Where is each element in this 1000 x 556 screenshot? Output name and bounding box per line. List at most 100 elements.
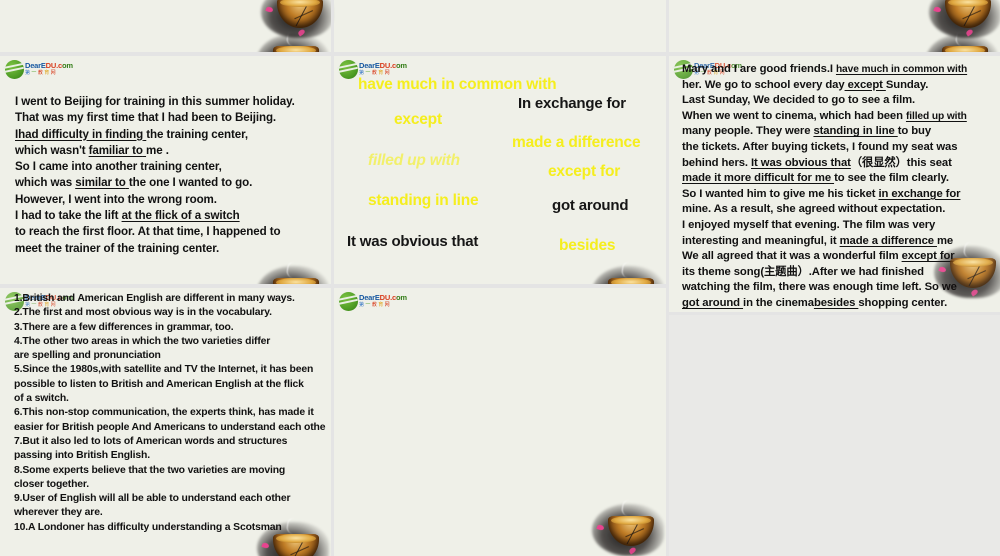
text-line: which was similar to the one I wanted to…: [15, 175, 295, 191]
summary-list-item: 10.A Londoner has difficulty understandi…: [14, 521, 282, 533]
text-line: made it more difficult for me to see the…: [682, 171, 967, 187]
text-line: got around in the cinemabesides shopping…: [682, 296, 967, 312]
mary-cloze-text: Mary and I are good friends.I have much …: [682, 62, 967, 312]
answer-blank: made it more difficult for me: [682, 172, 832, 185]
phrase-word-host: have much in common with In exchange for e…: [334, 56, 666, 284]
static-text: I went to Beijing for training in this s…: [15, 95, 295, 108]
column-gap-2: [666, 0, 669, 556]
static-text: （很显然）this seat: [850, 156, 952, 169]
text-line: When we went to cinema, which had been f…: [682, 109, 967, 125]
writing-practice-text: I went to Beijing for training in this s…: [15, 94, 295, 257]
answer-blank: got around: [682, 296, 740, 309]
text-line: which wasn't familiar to me .: [15, 143, 295, 159]
empty-area-bottom-right: [669, 314, 1000, 556]
static-text: Sunday.: [885, 78, 929, 91]
phrase-word: except for: [548, 163, 621, 180]
static-text: in the cinema: [743, 296, 814, 309]
static-text: the training center,: [146, 127, 248, 141]
row-gap-2: [0, 284, 669, 288]
phrase-word: made a difference: [512, 134, 641, 151]
slide-summary-list[interactable]: DearEDU.com 第一教育网 1.British and American…: [0, 288, 331, 556]
summary-list-item: are spelling and pronunciation: [14, 350, 161, 362]
static-text: mine. As a result, she agreed without ex…: [682, 203, 946, 216]
static-text: to buy: [897, 125, 932, 138]
text-line: Ihad difficulty in finding the training …: [15, 127, 295, 143]
static-text: its theme song(主题曲）.After we had finishe…: [682, 265, 924, 278]
summary-list-item: easier for British people And Americans …: [14, 421, 326, 433]
answer-blank: Ihad difficulty in finding: [15, 127, 144, 141]
summary-list-item: 6.This non-stop communication, the exper…: [14, 407, 314, 419]
static-text: which was: [15, 176, 76, 190]
text-line: behind hers. It was obvious that（很显然）thi…: [682, 156, 967, 172]
text-line: interesting and meaningful, it made a di…: [682, 234, 967, 250]
text-line: Last Sunday, We decided to go to see a f…: [682, 93, 967, 109]
text-line: meet the trainer of the training center.: [15, 241, 295, 257]
static-text: I had to take the lift: [15, 209, 122, 223]
static-text: many people. They were: [682, 125, 814, 138]
answer-blank: except for: [901, 250, 955, 263]
teacup-decoration: [556, 468, 666, 556]
phrase-word: have much in common with: [358, 76, 557, 93]
teacup-decoration: [890, 16, 1000, 52]
logo-wordmark: DearEDU.com: [359, 293, 407, 303]
static-text: which wasn't: [15, 143, 89, 157]
static-text: behind hers.: [682, 156, 752, 169]
summary-list-item: 2.The first and most obvious way is in t…: [14, 307, 272, 319]
summary-list-item: closer together.: [14, 478, 89, 490]
text-line: I went to Beijing for training in this s…: [15, 94, 295, 110]
static-text: That was my first time that I had been t…: [15, 111, 277, 125]
text-line: her. We go to school every day except Su…: [682, 78, 967, 94]
slide-writing-practice[interactable]: DearEDU.com 第一教育网 I went to Beijing for …: [0, 56, 331, 284]
logo-subtext: 第一教育网: [359, 301, 392, 308]
summary-list-item: 4.The other two areas in which the two v…: [14, 335, 271, 347]
answer-blank: except: [844, 78, 886, 91]
slide-mary-cloze[interactable]: DearEDU.com 第一教育网 Mary and I are good fr…: [669, 56, 1000, 312]
summary-list-item: passing into British English.: [14, 450, 150, 462]
static-text: the tickets. After buying tickets, I fou…: [682, 140, 958, 153]
slide-top-right-partial[interactable]: [669, 0, 1000, 52]
text-line: So I came into another training center,: [15, 159, 295, 175]
answer-blank: at the flick of a switch: [121, 209, 240, 223]
static-text: When we went to cinema, which had been: [682, 109, 906, 122]
text-line: the tickets. After buying tickets, I fou…: [682, 140, 967, 156]
answer-blank: standing in line: [813, 125, 898, 138]
summary-list-item: 1.British and American English are diffe…: [14, 293, 295, 304]
phrase-word: filled up with: [368, 152, 460, 169]
text-line: watching the film, there was enough time…: [682, 280, 967, 296]
summary-list-item: 8.Some experts believe that the two vari…: [14, 464, 286, 476]
static-text: So I came into another training center,: [15, 160, 222, 174]
summary-list-item: 3.There are a few differences in grammar…: [14, 321, 234, 333]
answer-blank: familiar to: [88, 143, 143, 157]
row-gap-1: [0, 52, 1000, 56]
static-text: to reach the first floor. At that time, …: [15, 225, 281, 239]
static-text: However, I went into the wrong room.: [15, 192, 217, 206]
text-line: I had to take the lift at the flick of a…: [15, 208, 295, 224]
summary-list-item: 7.But it also led to lots of American wo…: [14, 435, 288, 447]
dearedu-logo: DearEDU.com 第一教育网: [339, 291, 413, 311]
text-line: I enjoyed myself that evening. The film …: [682, 218, 967, 234]
slide-top-middle-partial[interactable]: [334, 0, 666, 52]
text-line: That was my first time that I had been t…: [15, 110, 295, 126]
answer-blank: besides: [813, 296, 859, 309]
slide-blank[interactable]: DearEDU.com 第一教育网: [334, 288, 666, 556]
logo-wordmark: DearEDU.com: [25, 61, 73, 71]
phrase-word: besides: [559, 237, 616, 254]
answer-blank: It was obvious that: [751, 156, 851, 169]
phrase-word: standing in line: [368, 192, 479, 209]
slide-phrase-bank[interactable]: DearEDU.com 第一教育网 have much in common wi…: [334, 56, 666, 284]
text-line: to reach the first floor. At that time, …: [15, 224, 295, 240]
dearedu-logo: DearEDU.com 第一教育网: [5, 59, 79, 79]
answer-blank: similar to: [75, 176, 126, 190]
text-line: So I wanted him to give me his ticket in…: [682, 187, 967, 203]
phrase-word: got around: [552, 197, 629, 214]
static-text: me .: [146, 143, 169, 157]
text-line: Mary and I are good friends.I have much …: [682, 62, 967, 78]
column-gap-1: [331, 0, 334, 556]
slide-top-left-partial[interactable]: [0, 0, 331, 52]
static-text: interesting and meaningful, it: [682, 234, 840, 247]
answer-blank: in exchange for: [878, 187, 961, 200]
phrase-word: except: [394, 111, 442, 128]
static-text: So I wanted him to give me his ticket: [682, 187, 879, 200]
answer-blank: made a difference: [839, 234, 937, 247]
summary-list: 1.British and American English are diffe…: [14, 292, 326, 535]
